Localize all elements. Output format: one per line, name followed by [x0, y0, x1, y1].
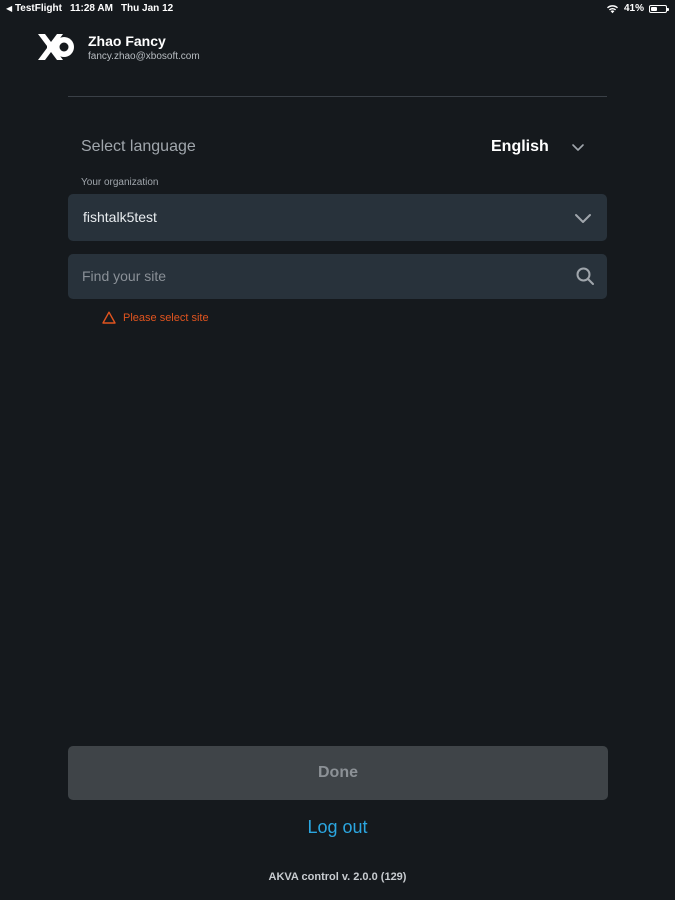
- done-button[interactable]: Done: [68, 746, 608, 800]
- battery-level-fill: [651, 6, 657, 11]
- status-bar: ◀ TestFlight 11:28 AM Thu Jan 12 41%: [0, 0, 675, 18]
- user-name: Zhao Fancy: [88, 33, 166, 49]
- user-email: fancy.zhao@xbosoft.com: [88, 51, 200, 62]
- language-label: Select language: [81, 138, 196, 155]
- status-bar-left: ◀ TestFlight 11:28 AM Thu Jan 12: [6, 3, 173, 14]
- warning-icon: [102, 311, 116, 324]
- logout-link[interactable]: Log out: [307, 817, 367, 838]
- status-time: 11:28 AM: [69, 3, 113, 14]
- status-bar-right: 41%: [606, 3, 669, 14]
- chevron-down-icon[interactable]: [571, 140, 585, 154]
- akva-logo-icon: [38, 34, 74, 60]
- back-arrow-icon: ◀: [6, 4, 13, 13]
- site-search-input[interactable]: [82, 266, 562, 286]
- organization-select[interactable]: fishtalk5test: [68, 194, 607, 241]
- organization-label: Your organization: [81, 177, 159, 188]
- status-date: Thu Jan 12: [120, 3, 174, 14]
- wifi-icon: [606, 4, 618, 13]
- chevron-down-icon: [575, 214, 591, 223]
- battery-icon: [649, 4, 669, 13]
- back-to-app-link[interactable]: ◀ TestFlight: [6, 3, 62, 14]
- app-version: AKVA control v. 2.0.0 (129): [268, 871, 407, 883]
- error-message: Please select site: [123, 311, 209, 324]
- search-icon[interactable]: [575, 266, 595, 286]
- header-divider: [68, 96, 607, 97]
- site-error: Please select site: [102, 311, 209, 324]
- logout-link-row: Log out: [0, 817, 675, 838]
- back-app-label: TestFlight: [14, 3, 62, 14]
- battery-percent: 41%: [623, 3, 644, 14]
- language-value[interactable]: English: [491, 138, 549, 156]
- site-search-field[interactable]: [68, 254, 607, 299]
- organization-value: fishtalk5test: [83, 209, 157, 225]
